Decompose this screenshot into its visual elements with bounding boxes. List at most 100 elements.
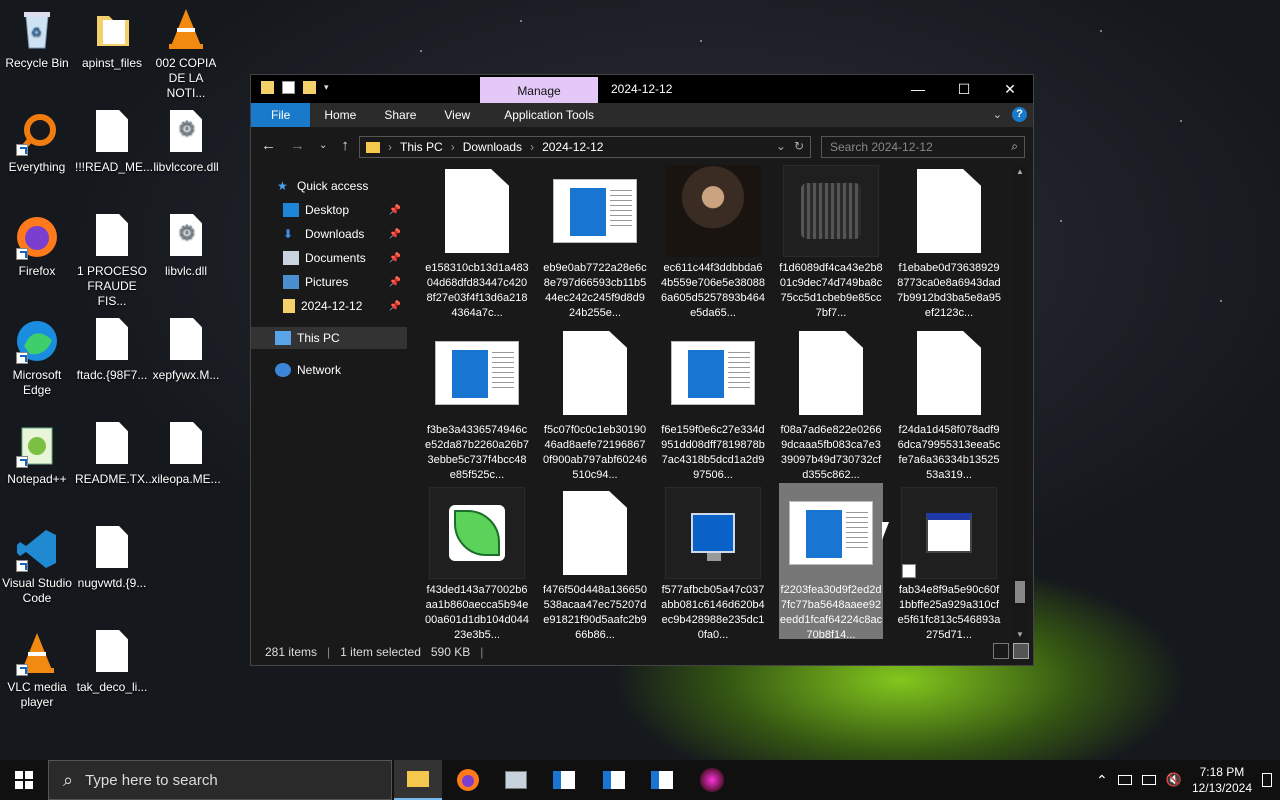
ribbon-tabs: File Home Share View Application Tools ⌄… <box>251 103 1033 127</box>
large-icons-view-icon[interactable] <box>1013 643 1029 659</box>
search-input[interactable]: Search 2024-12-12 ⌕ <box>821 136 1025 158</box>
back-arrow-icon[interactable]: ← <box>261 137 276 155</box>
file-item[interactable]: eb9e0ab7722a28e6c8e797d66593cb11b544ec24… <box>543 165 647 321</box>
up-arrow-icon[interactable]: ↑ <box>341 137 349 155</box>
volume-muted-icon[interactable]: 🔇 <box>1166 772 1182 788</box>
tab-share[interactable]: Share <box>370 103 430 127</box>
nav-documents[interactable]: Documents 📌 <box>251 247 407 269</box>
search-icon[interactable]: ⌕ <box>1011 139 1018 154</box>
file-item[interactable]: e158310cb13d1a48304d68dfd83447c4208f27e0… <box>425 165 529 321</box>
file-item[interactable]: f24da1d458f078adf96dca79955313eea5cfe7a6… <box>897 327 1001 483</box>
recent-locations-icon[interactable]: ⌄ <box>319 137 327 155</box>
file-item[interactable]: f6e159f0e6c27e334d951dd08dff7819878b7ac4… <box>661 327 765 483</box>
desktop-icon-proceso[interactable]: 1 PROCESO FRAUDE FIS... <box>75 214 149 309</box>
nav-downloads[interactable]: ⬇ Downloads 📌 <box>251 223 407 245</box>
address-dropdown-icon[interactable]: ⌄ <box>776 139 786 153</box>
desktop-icon-ftadc[interactable]: ftadc.{98F7... <box>75 318 149 383</box>
refresh-icon[interactable]: ↻ <box>794 139 804 153</box>
notifications-icon[interactable] <box>1262 773 1272 787</box>
nav-quick-access[interactable]: ★ Quick access <box>251 175 407 197</box>
desktop-icon-notepadpp[interactable]: Notepad++ <box>0 422 74 487</box>
taskbar-app-6[interactable] <box>638 760 686 800</box>
desktop-icon-xepfywx[interactable]: xepfywx.M... <box>149 318 223 383</box>
file-item[interactable]: f577afbcb05a47c037abb081c6146d620b4ec9b4… <box>661 487 765 641</box>
file-item[interactable]: fab34e8f9a5e90c60f1bbffe25a929a310cfe5f6… <box>897 487 1001 641</box>
desktop-icon-xileopa[interactable]: xileopa.ME... <box>149 422 223 487</box>
title-bar[interactable]: ▾ Manage 2024-12-12 — ☐ ✕ <box>251 75 1033 105</box>
breadcrumb-this-pc[interactable]: This PC <box>400 140 443 154</box>
desktop-icon-vlc[interactable]: VLC media player <box>0 630 74 710</box>
desktop-icon-copia-noti[interactable]: 002 COPIA DE LA NOTI... <box>149 6 223 101</box>
desktop-icon-readme-tx[interactable]: README.TX... <box>75 422 155 487</box>
network-icon[interactable] <box>1141 775 1156 785</box>
taskbar-firefox[interactable] <box>444 760 492 800</box>
maximize-icon[interactable]: ☐ <box>941 75 987 103</box>
nav-pictures[interactable]: Pictures 📌 <box>251 271 407 293</box>
pin-icon[interactable]: 📌 <box>389 229 401 240</box>
desktop-icon-apinst-files[interactable]: apinst_files <box>75 6 149 71</box>
file-item[interactable]: f1ebabe0d736389298773ca0e8a6943dad7b9912… <box>897 165 1001 321</box>
taskbar-file-explorer[interactable] <box>394 760 442 800</box>
scroll-up-icon[interactable]: ▲ <box>1016 167 1024 176</box>
file-item[interactable]: f3be3a4336574946ce52da87b2260a26b73ebbe5… <box>425 327 529 483</box>
taskbar-search-input[interactable]: ⌕ Type here to search <box>48 760 392 800</box>
file-item[interactable]: f476f50d448a136650538acaa47ec75207de9182… <box>543 487 647 641</box>
desktop-icon-everything[interactable]: Everything <box>0 110 74 175</box>
pin-icon[interactable]: 📌 <box>389 253 401 264</box>
new-folder-icon[interactable] <box>303 81 316 94</box>
terminal-app-icon <box>665 487 761 579</box>
desktop-icon-firefox[interactable]: Firefox <box>0 214 74 279</box>
document-icon <box>89 630 135 676</box>
vertical-scrollbar[interactable]: ▲ ▼ <box>1013 165 1027 641</box>
close-icon[interactable]: ✕ <box>987 75 1033 103</box>
forward-arrow-icon[interactable]: → <box>290 137 305 155</box>
start-button[interactable] <box>0 760 48 800</box>
expand-ribbon-icon[interactable]: ⌄ <box>993 108 1002 121</box>
pin-icon[interactable]: 📌 <box>389 277 401 288</box>
shortcut-arrow-icon <box>16 144 28 156</box>
nav-desktop[interactable]: Desktop 📌 <box>251 199 407 221</box>
desktop-icon-readme-1[interactable]: !!!READ_ME... <box>75 110 153 175</box>
taskbar-app-7[interactable] <box>688 760 736 800</box>
tab-file[interactable]: File <box>251 103 311 127</box>
file-item[interactable]: f08a7ad6e822e02669dcaaa5fb083ca7e339097b… <box>779 327 883 483</box>
tab-view[interactable]: View <box>430 103 484 127</box>
nav-network[interactable]: Network <box>251 359 407 381</box>
breadcrumb-downloads[interactable]: Downloads <box>463 140 522 154</box>
tab-application-tools[interactable]: Application Tools <box>490 103 608 127</box>
clock[interactable]: 7:18 PM 12/13/2024 <box>1192 764 1252 796</box>
help-icon[interactable]: ? <box>1012 107 1027 122</box>
file-item[interactable]: f5c07f0c0c1eb3019046ad8aefe721968670f900… <box>543 327 647 483</box>
desktop-icon-recycle-bin[interactable]: ♻ Recycle Bin <box>0 6 74 71</box>
taskbar-app-4[interactable] <box>540 760 588 800</box>
taskbar-app-3[interactable] <box>492 760 540 800</box>
keyboard-icon[interactable] <box>1117 775 1132 785</box>
address-bar[interactable]: › This PC › Downloads › 2024-12-12 ⌄ ↻ <box>359 136 811 158</box>
breadcrumb-current-folder[interactable]: 2024-12-12 <box>542 140 603 154</box>
desktop-icon-edge[interactable]: Microsoft Edge <box>0 318 74 398</box>
details-view-icon[interactable] <box>993 643 1009 659</box>
desktop-icon-libvlccore[interactable]: libvlccore.dll <box>149 110 223 175</box>
chevron-up-icon[interactable]: ⌃ <box>1096 772 1108 789</box>
tab-manage[interactable]: Manage <box>480 77 598 105</box>
file-item[interactable]: f1d6089df4ca43e2b801c9dec74d749ba8c75cc5… <box>779 165 883 321</box>
file-item[interactable]: ec611c44f3ddbbda64b559e706e5e380886a605d… <box>661 165 765 321</box>
scrollbar-thumb[interactable] <box>1015 581 1025 603</box>
taskbar-app-5[interactable] <box>590 760 638 800</box>
scroll-down-icon[interactable]: ▼ <box>1016 630 1024 639</box>
file-item[interactable]: f43ded143a77002b6aa1b860aecca5b94e00a601… <box>425 487 529 641</box>
svg-text:♻: ♻ <box>31 25 42 39</box>
desktop-icon-tak-deco[interactable]: tak_deco_li... <box>75 630 149 695</box>
nav-this-pc[interactable]: This PC <box>251 327 407 349</box>
desktop-icon-libvlc[interactable]: libvlc.dll <box>149 214 223 279</box>
pin-icon[interactable]: 📌 <box>389 301 401 312</box>
chevron-down-icon[interactable]: ▾ <box>324 81 337 94</box>
file-item-selected[interactable]: f2203fea30d9f2ed2d7fc77ba5648aaee92eedd1… <box>779 483 883 641</box>
nav-folder-2024-12-12[interactable]: 2024-12-12 📌 <box>251 295 407 317</box>
properties-icon[interactable] <box>282 81 295 94</box>
tab-home[interactable]: Home <box>310 103 370 127</box>
desktop-icon-nugvwtd[interactable]: nugvwtd.{9... <box>75 526 149 591</box>
pin-icon[interactable]: 📌 <box>389 205 401 216</box>
desktop-icon-vscode[interactable]: Visual Studio Code <box>0 526 74 606</box>
minimize-icon[interactable]: — <box>895 75 941 103</box>
